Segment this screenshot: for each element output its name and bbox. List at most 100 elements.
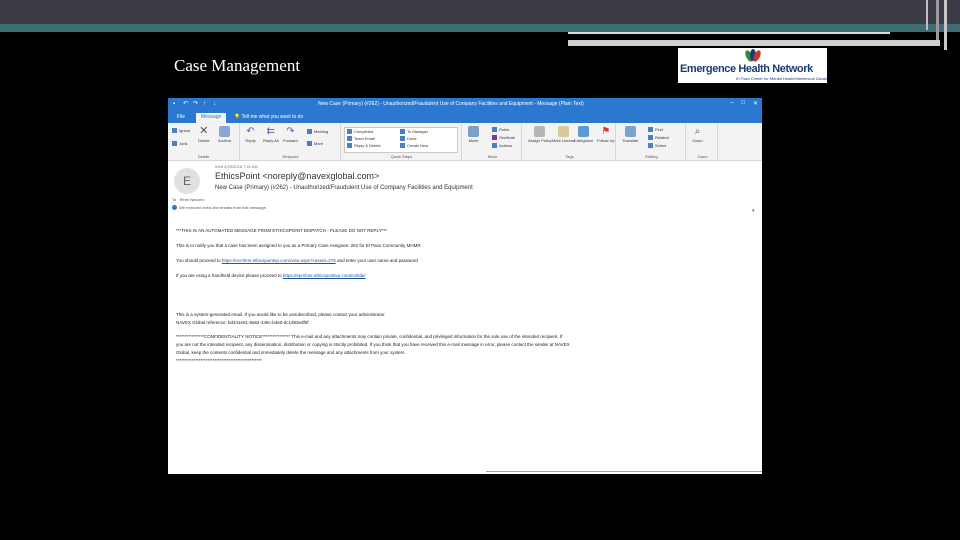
message-header: E Wed 4/25/2018 7:41 AM EthicsPoint <nor… (168, 162, 762, 218)
body-line: you are not the intended recipient, any … (176, 342, 570, 347)
move-button[interactable]: Move (468, 126, 479, 143)
categorize-icon (578, 126, 590, 137)
tab-message[interactable]: Message (196, 113, 227, 123)
related-button[interactable]: Related (648, 135, 669, 141)
reply-icon: ↶ (246, 126, 255, 137)
down-arrow-icon[interactable]: ↓ (213, 101, 219, 107)
undo-icon[interactable]: ↶ (183, 101, 189, 107)
group-label: Move (487, 154, 498, 159)
ignore-button[interactable]: Ignore (172, 128, 190, 134)
window-title: New Case (Primary) (#262) - Unauthorized… (318, 101, 584, 107)
decorative-line (568, 32, 890, 34)
quick-step-team-email[interactable]: Team Email (347, 136, 375, 142)
body-line: This is a system-generated email. If you… (176, 312, 386, 317)
follow-up-button[interactable]: ⚑ Follow Up (597, 126, 615, 143)
junk-button[interactable]: Junk (172, 141, 187, 147)
translate-icon (624, 126, 636, 137)
group-label: Quick Steps (390, 154, 413, 159)
body-line: You should proceed to https://ecmhmr.eth… (176, 258, 418, 263)
forward-icon: ↷ (286, 126, 295, 137)
assign-policy-button[interactable]: Assign Policy (528, 126, 552, 143)
quick-step-to-manager[interactable]: To Manager (400, 129, 428, 135)
title-bar: ▪ ↶ ↷ ↑ ↓ New Case (Primary) (#262) - Un… (168, 98, 762, 111)
categorize-button[interactable]: Categorize (574, 126, 593, 143)
minimize-icon[interactable]: – (730, 100, 733, 107)
decorative-bar (936, 0, 939, 40)
quick-step-create-new[interactable]: Create New (400, 143, 428, 149)
slide-title: Case Management (174, 56, 301, 75)
flag-icon: ⚑ (601, 126, 611, 137)
body-line: Global, keep the contents confidential a… (176, 350, 406, 355)
archive-button[interactable]: Archive (218, 126, 231, 143)
ribbon-group-tags: Assign Policy Mark Unread Categorize ⚑ F… (524, 124, 616, 160)
ribbon-group-delete: Ignore Junk ✕ Delete Archive Delete (168, 124, 240, 160)
rules-button[interactable]: Rules (492, 127, 509, 133)
to-recipient[interactable]: Rene Navarro (180, 197, 205, 202)
group-label: Tags (565, 154, 574, 159)
outlook-message-window: ▪ ↶ ↷ ↑ ↓ New Case (Primary) (#262) - Un… (168, 98, 762, 474)
window-controls: – □ ✕ (730, 100, 758, 107)
redo-icon[interactable]: ↷ (193, 101, 199, 107)
zoom-button[interactable]: ⌕ Zoom (692, 126, 703, 143)
ribbon-tabs: File Message 💡 Tell me what you want to … (168, 111, 762, 123)
message-sender[interactable]: EthicsPoint <noreply@navexglobal.com> (215, 171, 379, 181)
ribbon-group-respond: ↶ Reply ⇇ Reply All ↷ Forward Meeting Mo… (241, 124, 341, 160)
avatar: E (174, 168, 200, 194)
reply-button[interactable]: ↶ Reply (245, 126, 256, 143)
meeting-button[interactable]: Meeting (307, 129, 328, 135)
message-subject: New Case (Primary) (#262) - Unauthorized… (215, 185, 473, 191)
logo-name: Emergence Health Network (680, 63, 813, 75)
tell-me-box[interactable]: 💡 Tell me what you want to do (234, 114, 303, 120)
mobile-link[interactable]: https://epmhmr.ethicspointvp.com/mobile/ (283, 273, 366, 278)
case-link[interactable]: https://ecmhmr.ethicspointvp.com/case.as… (222, 258, 336, 263)
policy-icon (534, 126, 546, 137)
body-line: ***THIS IS AN AUTOMATED MESSAGE FROM ETH… (176, 228, 387, 233)
info-bar[interactable]: We removed extra line breaks from this m… (172, 205, 267, 211)
reply-all-button[interactable]: ⇇ Reply All (263, 126, 279, 143)
close-icon[interactable]: ✕ (753, 100, 758, 107)
magnifier-icon: ⌕ (694, 126, 701, 137)
select-button[interactable]: Select (648, 143, 666, 149)
mark-unread-button[interactable]: Mark Unread (552, 126, 575, 143)
quick-step-completed[interactable]: Completed (347, 129, 373, 135)
more-button[interactable]: More (307, 141, 323, 147)
scroll-down-icon[interactable]: ▾ (752, 208, 755, 214)
lightbulb-icon: 💡 (234, 114, 241, 120)
message-date: Wed 4/25/2018 7:41 AM (215, 164, 258, 169)
divider (486, 471, 762, 472)
delete-icon: ✕ (199, 125, 209, 137)
body-line: NAVEX Global reference: bd441e51-8a52-44… (176, 320, 309, 325)
group-label: Zoom (697, 154, 708, 159)
decorative-line (568, 40, 940, 46)
group-label: Editing (645, 154, 658, 159)
ribbon: Ignore Junk ✕ Delete Archive Delete ↶ Re… (168, 123, 762, 161)
onenote-button[interactable]: OneNote (492, 135, 515, 141)
message-recipients: To Rene Navarro (172, 197, 204, 202)
body-line: If you are using a handheld device pleas… (176, 273, 366, 278)
actions-button[interactable]: Actions (492, 143, 512, 149)
body-line: This is to notify you that a case has be… (176, 243, 421, 248)
tab-file[interactable]: File (172, 113, 190, 123)
body-line: ****************************************… (176, 358, 262, 363)
save-icon[interactable]: ▪ (173, 101, 179, 107)
delete-button[interactable]: ✕ Delete (198, 125, 210, 144)
reply-all-icon: ⇇ (266, 126, 275, 137)
top-banner (0, 0, 960, 24)
quick-step-done[interactable]: Done (400, 136, 417, 142)
maximize-icon[interactable]: □ (741, 100, 745, 107)
up-arrow-icon[interactable]: ↑ (203, 101, 209, 107)
group-label: Delete (197, 154, 210, 159)
find-button[interactable]: Find (648, 127, 663, 133)
top-accent-stripe (0, 24, 960, 32)
translate-button[interactable]: Translate (622, 126, 639, 143)
decorative-bar (926, 0, 928, 30)
info-icon (172, 205, 177, 211)
group-label: Respond (282, 154, 299, 159)
leaf-icon (745, 49, 761, 62)
archive-icon (219, 126, 231, 137)
ribbon-group-zoom: ⌕ Zoom Zoom (688, 124, 718, 160)
quick-step-reply-delete[interactable]: Reply & Delete (347, 143, 381, 149)
forward-button[interactable]: ↷ Forward (283, 126, 298, 143)
tell-me-text: Tell me what you want to do (241, 114, 304, 120)
ribbon-group-editing: Translate Find Related Select Editing (618, 124, 686, 160)
